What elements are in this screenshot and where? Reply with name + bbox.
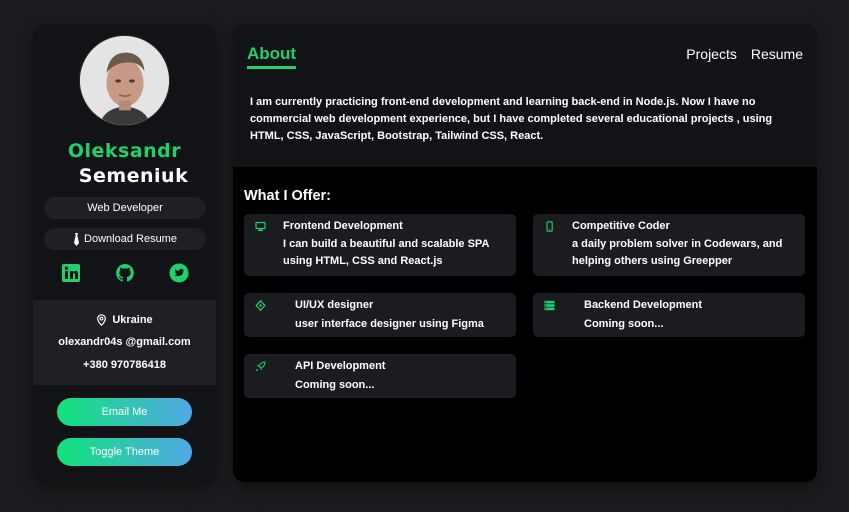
offer-description: Coming soon... [295, 379, 375, 391]
profile-sidebar: Oleksandr Semeniuk Web Developer Downloa… [33, 24, 216, 482]
avatar-photo [80, 36, 169, 125]
offer-title: Backend Development [584, 299, 702, 311]
download-resume-label: Download Resume [84, 233, 177, 245]
offer-heading: What I Offer: [244, 188, 331, 204]
offer-title: UI/UX designer [295, 299, 374, 311]
monitor-icon [255, 221, 266, 232]
offer-card-api: API Development Coming soon... [244, 354, 516, 398]
pen-tool-icon [255, 300, 266, 311]
twitter-icon[interactable] [169, 263, 189, 283]
first-name: Oleksandr [67, 140, 182, 162]
tie-icon [74, 232, 80, 246]
map-pin-icon [97, 314, 107, 326]
offer-card-competitive: Competitive Coder a daily problem solver… [533, 214, 805, 276]
offer-card-uiux: UI/UX designer user interface designer u… [244, 293, 516, 337]
tab-about[interactable]: About [247, 44, 297, 69]
offer-description: user interface designer using Figma [295, 318, 484, 330]
toggle-theme-button[interactable]: Toggle Theme [57, 438, 192, 466]
about-section: About Projects Resume I am currently pra… [233, 24, 817, 167]
role-label: Web Developer [87, 202, 163, 214]
offer-description: I can build a beautiful and scalable SPA… [283, 238, 489, 267]
last-name: Semeniuk [78, 165, 189, 187]
nav-resume[interactable]: Resume [751, 46, 803, 62]
rocket-icon [255, 361, 266, 372]
download-resume-button[interactable]: Download Resume [44, 228, 206, 250]
role-badge: Web Developer [44, 197, 206, 219]
offer-title: Frontend Development [283, 220, 403, 232]
offer-title: API Development [295, 360, 386, 372]
top-nav: Projects Resume [686, 46, 803, 62]
social-links [33, 263, 216, 283]
email-me-button[interactable]: Email Me [57, 398, 192, 426]
main-panel: About Projects Resume I am currently pra… [233, 24, 817, 482]
phone-text: +380 970786418 [83, 359, 166, 371]
offer-description: a daily problem solver in Codewars, and … [572, 238, 783, 267]
offer-title: Competitive Coder [572, 220, 670, 232]
linkedin-icon[interactable] [61, 263, 81, 283]
offer-card-backend: Backend Development Coming soon... [533, 293, 805, 337]
github-icon[interactable] [115, 263, 135, 283]
email-text: olexandr04s @gmail.com [58, 336, 191, 348]
avatar [79, 35, 170, 126]
about-text: I am currently practicing front-end deve… [250, 96, 773, 142]
contact-info: Ukraine olexandr04s @gmail.com +380 9707… [33, 300, 216, 385]
server-icon [544, 300, 555, 311]
nav-projects[interactable]: Projects [686, 46, 737, 62]
offer-card-frontend: Frontend Development I can build a beaut… [244, 214, 516, 276]
location-text: Ukraine [112, 314, 153, 326]
offer-description: Coming soon... [584, 318, 664, 330]
location: Ukraine [33, 314, 216, 326]
phone-icon [544, 221, 555, 232]
